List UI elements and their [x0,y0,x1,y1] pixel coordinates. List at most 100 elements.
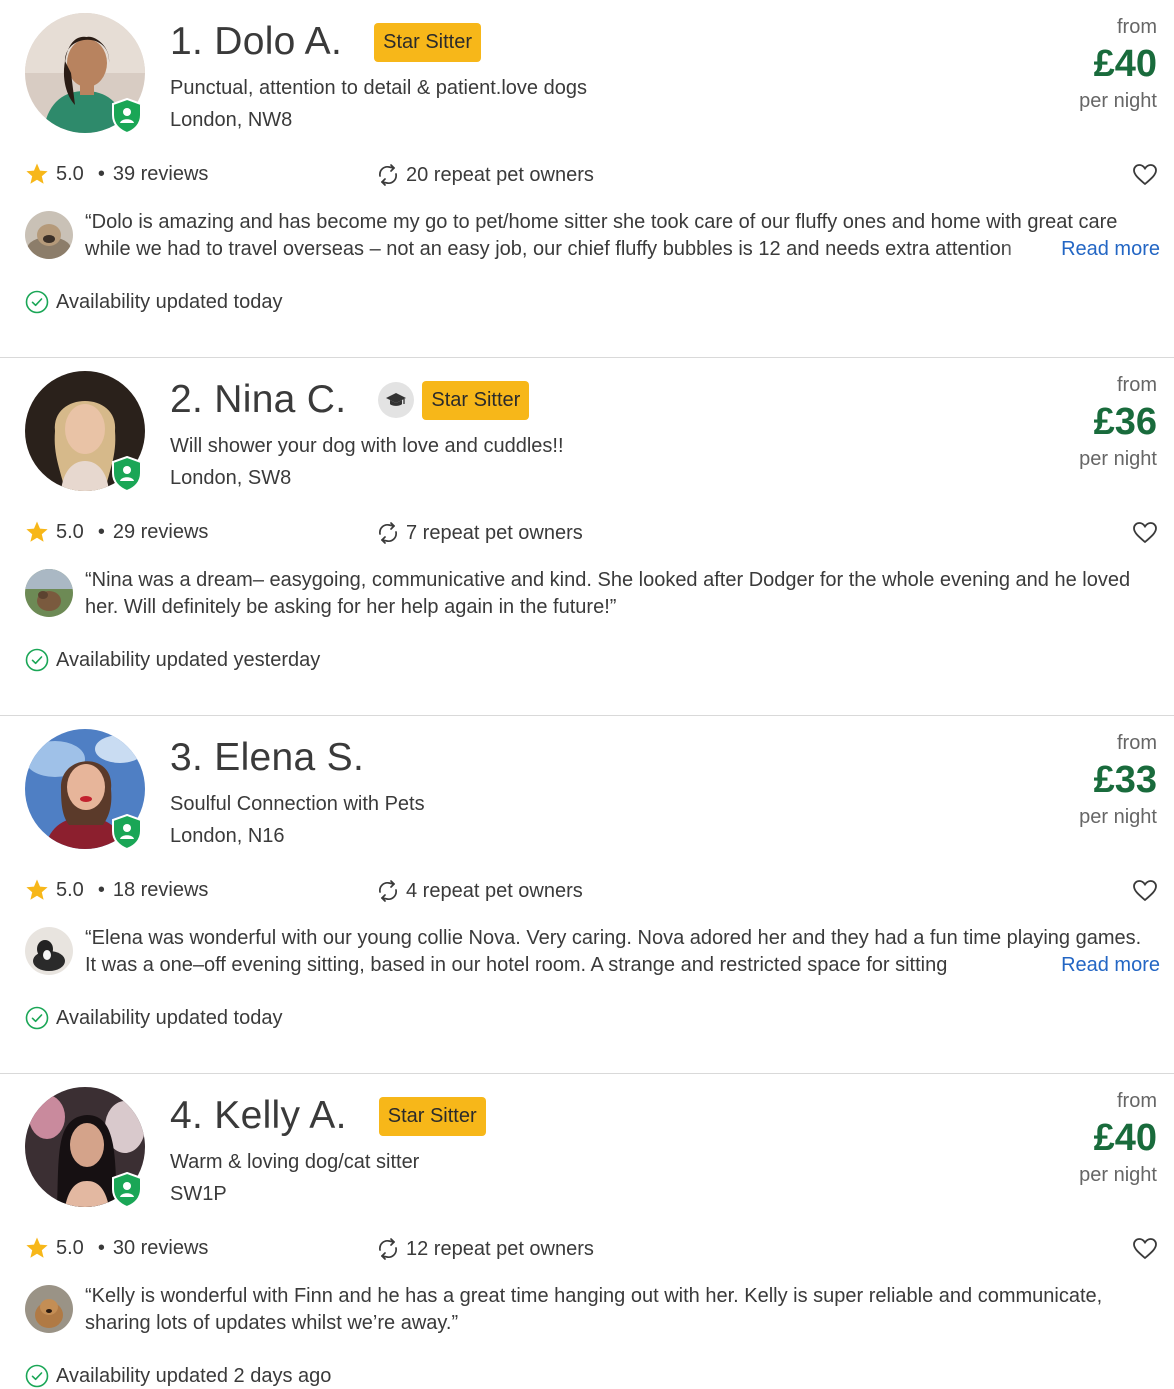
price-amount: £36 [1093,401,1157,443]
repeat-icon [379,1238,397,1260]
sitter-name[interactable]: 4. Kelly A. [170,1094,347,1138]
rating: 5.0 • 39 reviews [25,162,208,186]
availability-status: Availability updated today [25,290,282,314]
separator-dot: • [97,1236,105,1259]
stats-row: 5.0 • 29 reviews 7 repeat pet owners [25,520,1160,548]
check-circle-icon [25,290,49,314]
sitter-tagline: Soulful Connection with Pets [170,793,425,815]
read-more-link[interactable]: Read more [1001,952,1160,979]
stats-row: 5.0 • 30 reviews 12 repeat pet owners [25,1236,1160,1264]
sitter-location: London, SW8 [170,467,292,489]
sitter-avatar[interactable] [25,1087,145,1208]
sitter-location: London, N16 [170,825,285,847]
price-block: from £36 per night [1079,372,1157,472]
price-block: from £33 per night [1079,730,1157,830]
sitter-list: 1. Dolo A. Star Sitter Punctual, attenti… [0,0,1174,1389]
sitter-avatar[interactable] [25,13,145,134]
review-text: “Elena was wonderful with our young coll… [85,927,1142,976]
price-from-label: from [1117,1090,1157,1112]
price-amount: £40 [1093,1117,1157,1159]
availability-text: Availability updated 2 days ago [56,1364,332,1387]
availability-text: Availability updated yesterday [56,648,321,671]
sitter-name[interactable]: 2. Nina C. [170,378,346,422]
sitter-avatar[interactable] [25,729,145,850]
repeat-owners-text: 12 repeat pet owners [406,1237,594,1260]
availability-status: Availability updated 2 days ago [25,1364,331,1388]
review-count[interactable]: 30 reviews [113,1237,209,1260]
sitter-location: London, NW8 [170,109,293,131]
review-count[interactable]: 29 reviews [113,521,209,544]
review-snippet: “Kelly is wonderful with Finn and he has… [25,1283,1160,1339]
rating-value: 5.0 [56,878,84,901]
sitter-avatar[interactable] [25,371,145,492]
price-block: from £40 per night [1079,1088,1157,1188]
reviewer-avatar [25,1285,73,1333]
review-snippet: “Elena was wonderful with our young coll… [25,925,1160,981]
repeat-owners: 20 repeat pet owners [375,162,594,188]
price-block: from £40 per night [1079,14,1157,114]
review-text: “Nina was a dream– easygoing, communicat… [85,569,1131,618]
favorite-heart-icon[interactable] [1132,162,1158,188]
verified-shield-icon [112,456,142,492]
separator-dot: • [97,520,105,543]
sitter-tagline: Warm & loving dog/cat sitter [170,1151,420,1173]
price-unit-label: per night [1079,448,1157,470]
favorite-heart-icon[interactable] [1132,878,1158,904]
favorite-heart-icon[interactable] [1132,520,1158,546]
star-icon [26,163,48,184]
review-snippet: “Nina was a dream– easygoing, communicat… [25,567,1160,623]
star-icon [26,1237,48,1258]
star-icon [26,879,48,900]
check-circle-icon [25,1006,49,1030]
rating-value: 5.0 [56,1236,84,1259]
verified-shield-icon [112,814,142,850]
star-sitter-badge: Star Sitter [422,380,530,420]
availability-status: Availability updated today [25,1006,282,1030]
price-unit-label: per night [1079,90,1157,112]
star-icon [26,521,48,542]
rating: 5.0 • 18 reviews [25,878,208,902]
sitter-name[interactable]: 3. Elena S. [170,736,364,780]
repeat-icon [379,880,397,902]
availability-text: Availability updated today [56,290,283,313]
price-amount: £40 [1093,43,1157,85]
repeat-owners-text: 20 repeat pet owners [406,163,594,186]
availability-status: Availability updated yesterday [25,648,320,672]
review-text: “Kelly is wonderful with Finn and he has… [85,1285,1103,1334]
price-from-label: from [1117,374,1157,396]
separator-dot: • [97,878,105,901]
sitter-card[interactable]: 2. Nina C. Star Sitter Will shower your … [0,358,1174,716]
verified-shield-icon [112,1172,142,1208]
separator-dot: • [97,162,105,185]
sitter-tagline: Punctual, attention to detail & patient.… [170,77,587,99]
rating: 5.0 • 30 reviews [25,1236,208,1260]
stats-row: 5.0 • 18 reviews 4 repeat pet owners [25,878,1160,906]
repeat-icon [379,522,397,544]
price-unit-label: per night [1079,1164,1157,1186]
reviewer-avatar [25,569,73,617]
repeat-owners-text: 7 repeat pet owners [406,521,583,544]
price-unit-label: per night [1079,806,1157,828]
review-text: “Dolo is amazing and has become my go to… [85,211,1118,260]
read-more-link[interactable]: Read more [1001,236,1160,263]
stats-row: 5.0 • 39 reviews 20 repeat pet owners [25,162,1160,190]
sitter-name[interactable]: 1. Dolo A. [170,20,342,64]
star-sitter-badge: Star Sitter [374,22,482,62]
verified-shield-icon [112,98,142,134]
repeat-owners: 7 repeat pet owners [375,520,583,546]
repeat-owners-text: 4 repeat pet owners [406,879,583,902]
rating-value: 5.0 [56,162,84,185]
sitter-card[interactable]: 1. Dolo A. Star Sitter Punctual, attenti… [0,0,1174,358]
sitter-card[interactable]: 4. Kelly A. Star Sitter Warm & loving do… [0,1074,1174,1389]
review-count[interactable]: 39 reviews [113,163,209,186]
check-circle-icon [25,1364,49,1388]
sitter-card[interactable]: 3. Elena S. Soulful Connection with Pets… [0,716,1174,1074]
review-snippet: “Dolo is amazing and has become my go to… [25,209,1160,265]
star-sitter-badge: Star Sitter [378,1096,486,1136]
review-count[interactable]: 18 reviews [113,879,209,902]
favorite-heart-icon[interactable] [1132,1236,1158,1262]
reviewer-avatar [25,927,73,975]
reviewer-avatar [25,211,73,259]
repeat-owners: 12 repeat pet owners [375,1236,594,1262]
graduation-cap-icon [378,382,415,418]
